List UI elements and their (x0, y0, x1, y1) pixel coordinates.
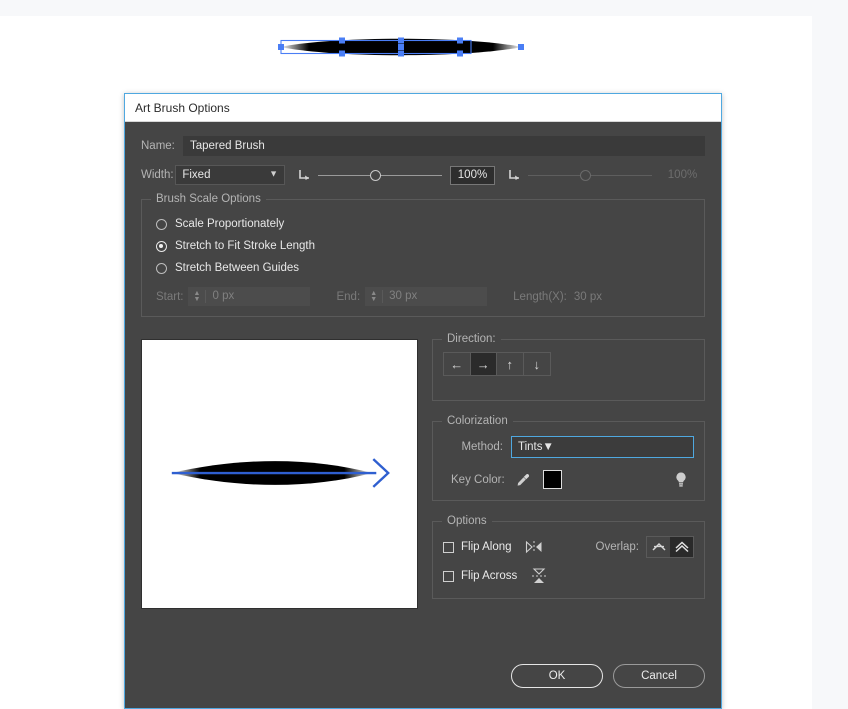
flip-along-checkbox[interactable] (443, 541, 454, 553)
arrow-left-icon: ← (450, 356, 464, 372)
method-select[interactable]: Tints ▼ (511, 436, 694, 458)
no-overlap-icon (651, 542, 666, 551)
end-input-value: 30 px (382, 290, 417, 303)
width-slider-2-knob[interactable] (580, 169, 591, 181)
overlap-icon (674, 541, 689, 553)
colorization-legend: Colorization (442, 415, 513, 427)
options-group: Options Flip Along Overlap: Flip Across (432, 515, 705, 599)
width-slider-2-value: 100% (667, 168, 698, 181)
name-label: Name: (141, 140, 175, 152)
radio-stretch-between-guides[interactable]: Stretch Between Guides (156, 262, 690, 274)
guides-row: Start: ▲ ▼ 0 px End: ▲ ▼ 30 px Length(X): … (156, 287, 690, 306)
flip-along-row: Flip Along Overlap: (443, 536, 694, 558)
colorization-group: Colorization Method: Tints ▼ Key Color: (432, 415, 705, 501)
key-color-label: Key Color: (451, 473, 505, 486)
start-input: ▲ ▼ 0 px (188, 287, 311, 306)
brush-preview (141, 339, 418, 609)
end-label: End: (336, 290, 361, 303)
radio-icon[interactable] (156, 262, 167, 274)
width-profile-icon-2 (509, 170, 519, 180)
direction-legend: Direction: (442, 333, 501, 345)
overlap-button[interactable] (670, 537, 693, 557)
radio-scale-proportionately[interactable]: Scale Proportionately (156, 218, 690, 230)
arrow-up-icon: ↑ (506, 356, 514, 372)
flip-along-icon (525, 540, 542, 554)
brush-scale-options-group: Brush Scale Options Scale Proportionatel… (141, 193, 705, 317)
width-slider-2-track[interactable] (528, 169, 652, 181)
direction-down-button[interactable]: ↓ (524, 353, 550, 375)
width-select-value: Fixed (182, 169, 211, 181)
radio-label: Scale Proportionately (175, 218, 285, 230)
flip-across-icon (532, 568, 547, 583)
cancel-button[interactable]: Cancel (613, 664, 705, 688)
dialog-body: Name: Tapered Brush Width: Fixed ▼ 100% (125, 122, 721, 708)
start-input-value: 0 px (205, 290, 234, 303)
width-slider-1-track[interactable] (318, 169, 442, 181)
dialog-title: Art Brush Options (135, 100, 230, 115)
stepper-icon: ▲ ▼ (193, 289, 201, 303)
overlap-label: Overlap: (595, 541, 639, 553)
dialog-titlebar: Art Brush Options (125, 94, 721, 122)
direction-buttons: ← → ↑ ↓ (443, 352, 551, 376)
method-label: Method: (461, 441, 503, 453)
dialog-footer: OK Cancel (511, 664, 705, 688)
selected-artwork[interactable] (276, 30, 526, 64)
radio-label: Stretch Between Guides (175, 262, 300, 274)
eyedropper-icon[interactable] (515, 472, 531, 488)
radio-label: Stretch to Fit Stroke Length (175, 240, 315, 252)
width-slider-1-group: 100% (298, 165, 495, 185)
brush-preview-graphic (171, 458, 390, 488)
width-label: Width: (141, 169, 174, 181)
method-row: Method: Tints ▼ (443, 436, 694, 458)
stepper-icon: ▲ ▼ (370, 289, 378, 303)
length-label: Length(X): (513, 290, 567, 303)
name-input-value: Tapered Brush (190, 140, 265, 152)
brush-scale-options-legend: Brush Scale Options (151, 193, 266, 205)
length-value: 30 px (573, 290, 602, 303)
radio-icon-selected[interactable] (156, 240, 167, 252)
radio-icon[interactable] (156, 218, 167, 230)
width-slider-2-group: 100% (508, 166, 705, 185)
width-profile-icon (299, 170, 309, 180)
key-color-row: Key Color: (443, 470, 694, 489)
chevron-down-icon: ▼ (542, 441, 554, 453)
direction-right-button[interactable]: → (470, 353, 497, 375)
name-row: Name: Tapered Brush (141, 136, 705, 156)
no-overlap-button[interactable] (647, 537, 670, 557)
ok-button[interactable]: OK (511, 664, 603, 688)
width-slider-1-value[interactable]: 100% (450, 165, 495, 185)
flip-across-label: Flip Across (461, 570, 518, 582)
start-label: Start: (156, 290, 184, 303)
overlap-buttons (646, 536, 694, 558)
direction-up-button[interactable]: ↑ (497, 353, 524, 375)
art-brush-options-dialog: Art Brush Options Name: Tapered Brush Wi… (124, 93, 722, 709)
lower-area: Direction: ← → ↑ ↓ Colorization Method: … (141, 333, 705, 609)
width-row: Width: Fixed ▼ 100% 100% (141, 165, 705, 185)
options-legend: Options (442, 515, 492, 527)
overlap-control: Overlap: (596, 536, 694, 558)
flip-along-label: Flip Along (461, 541, 512, 553)
direction-group: Direction: ← → ↑ ↓ (432, 333, 705, 401)
radio-stretch-to-fit[interactable]: Stretch to Fit Stroke Length (156, 240, 690, 252)
width-select[interactable]: Fixed ▼ (175, 165, 285, 185)
width-slider-1-knob[interactable] (370, 169, 381, 181)
name-input[interactable]: Tapered Brush (183, 136, 705, 156)
right-column: Direction: ← → ↑ ↓ Colorization Method: … (432, 333, 705, 609)
flip-across-row: Flip Across (443, 567, 694, 585)
method-select-value: Tints (518, 441, 543, 453)
direction-left-button[interactable]: ← (444, 353, 471, 375)
flip-across-checkbox[interactable] (443, 570, 454, 582)
arrow-right-icon: → (476, 356, 490, 372)
chevron-down-icon: ▼ (269, 168, 278, 179)
key-color-swatch[interactable] (542, 470, 562, 489)
arrow-down-icon: ↓ (533, 356, 540, 372)
tip-lightbulb-icon[interactable] (674, 471, 688, 489)
end-input: ▲ ▼ 30 px (365, 287, 488, 306)
